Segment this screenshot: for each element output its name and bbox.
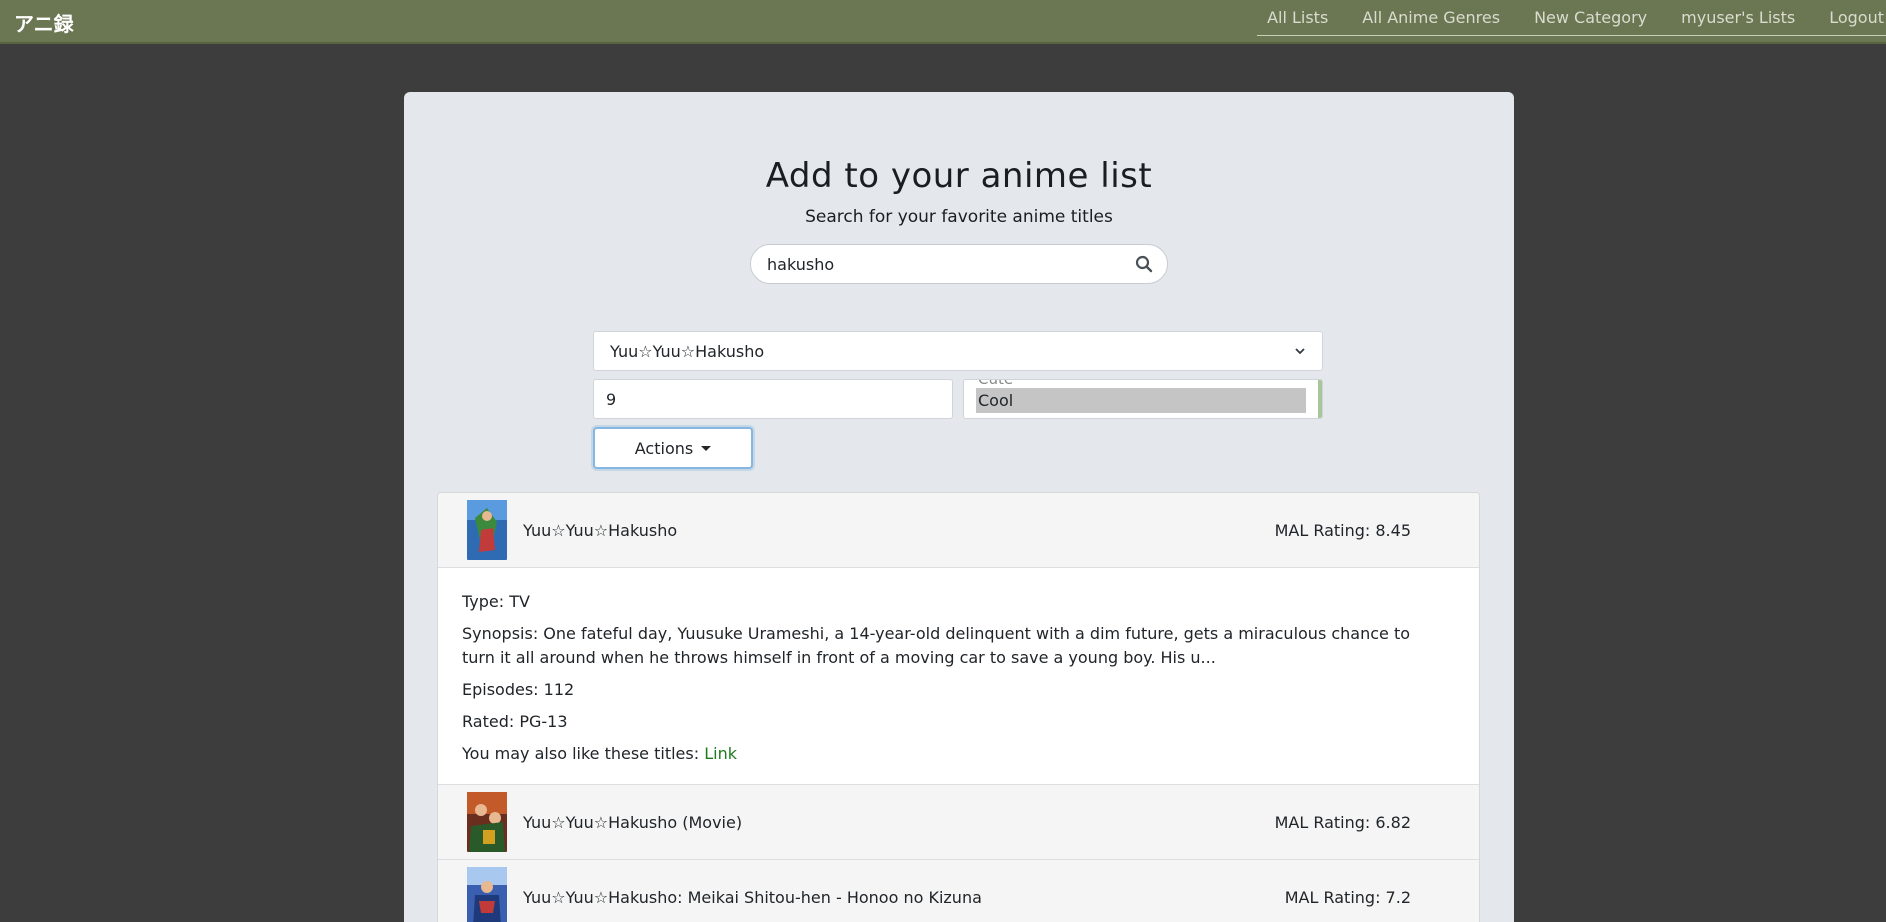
anime-poster-thumbnail (467, 500, 507, 560)
result-title[interactable]: Yuu☆Yuu☆Hakusho: Meikai Shitou-hen - Hon… (523, 888, 982, 907)
nav-link-all-lists[interactable]: All Lists (1267, 8, 1328, 27)
score-input[interactable] (593, 379, 953, 419)
result-episodes: Episodes: 112 (462, 680, 575, 699)
result-header[interactable]: Yuu☆Yuu☆Hakusho (Movie) MAL Rating: 6.82 (438, 785, 1479, 860)
search-bar (750, 244, 1168, 284)
recommendations-link[interactable]: Link (704, 744, 737, 763)
nav-link-new-category[interactable]: New Category (1534, 8, 1647, 27)
brand-logo[interactable]: アニ録 (14, 8, 74, 37)
nav-links: All Lists All Anime Genres New Category … (1257, 0, 1886, 36)
category-option-selected[interactable]: Cool (976, 388, 1306, 413)
page-subtitle: Search for your favorite anime titles (805, 207, 1113, 227)
category-option-partial[interactable]: Cute (978, 380, 1013, 388)
nav-link-my-lists[interactable]: myuser's Lists (1681, 8, 1795, 27)
main-panel: Add to your anime list Search for your f… (404, 92, 1514, 922)
nav-link-logout[interactable]: Logout (1829, 8, 1884, 27)
result-header[interactable]: Yuu☆Yuu☆Hakusho MAL Rating: 8.45 (438, 493, 1479, 568)
search-input[interactable] (767, 253, 1107, 275)
result-header[interactable]: Yuu☆Yuu☆Hakusho: Meikai Shitou-hen - Hon… (438, 860, 1479, 922)
result-rating: MAL Rating: 7.2 (1284, 887, 1411, 907)
recommendations-label: You may also like these titles: (462, 744, 700, 763)
result-rating: MAL Rating: 6.82 (1274, 812, 1411, 832)
result-type: Type: TV (462, 592, 530, 611)
result-title[interactable]: Yuu☆Yuu☆Hakusho (Movie) (523, 813, 742, 832)
result-synopsis: Synopsis: One fateful day, Yuusuke Urame… (462, 624, 1411, 667)
anime-title-select-value: Yuu☆Yuu☆Hakusho (610, 341, 765, 361)
result-details: Type: TV Synopsis: One fateful day, Yuus… (438, 568, 1479, 785)
search-icon[interactable] (1135, 255, 1153, 273)
top-navbar: アニ録 All Lists All Anime Genres New Categ… (0, 0, 1886, 44)
result-title[interactable]: Yuu☆Yuu☆Hakusho (523, 521, 677, 540)
anime-poster-thumbnail (467, 792, 507, 852)
category-scrollbar[interactable] (1318, 380, 1322, 418)
actions-label: Actions (634, 438, 694, 458)
caret-down-icon (701, 445, 712, 451)
category-listbox[interactable]: Cute Cool (963, 379, 1323, 419)
result-rating: MAL Rating: 8.45 (1274, 520, 1411, 540)
chevron-down-icon (1295, 348, 1305, 355)
anime-title-select[interactable]: Yuu☆Yuu☆Hakusho (593, 331, 1323, 371)
actions-dropdown-button[interactable]: Actions (593, 427, 753, 469)
results-accordion: Yuu☆Yuu☆Hakusho MAL Rating: 8.45 Type: T… (437, 492, 1480, 922)
result-rated: Rated: PG-13 (462, 712, 568, 731)
nav-link-all-anime-genres[interactable]: All Anime Genres (1362, 8, 1500, 27)
page-title: Add to your anime list (765, 156, 1153, 196)
anime-poster-thumbnail (467, 867, 507, 922)
result-recommendations: You may also like these titles: Link (462, 742, 1434, 766)
